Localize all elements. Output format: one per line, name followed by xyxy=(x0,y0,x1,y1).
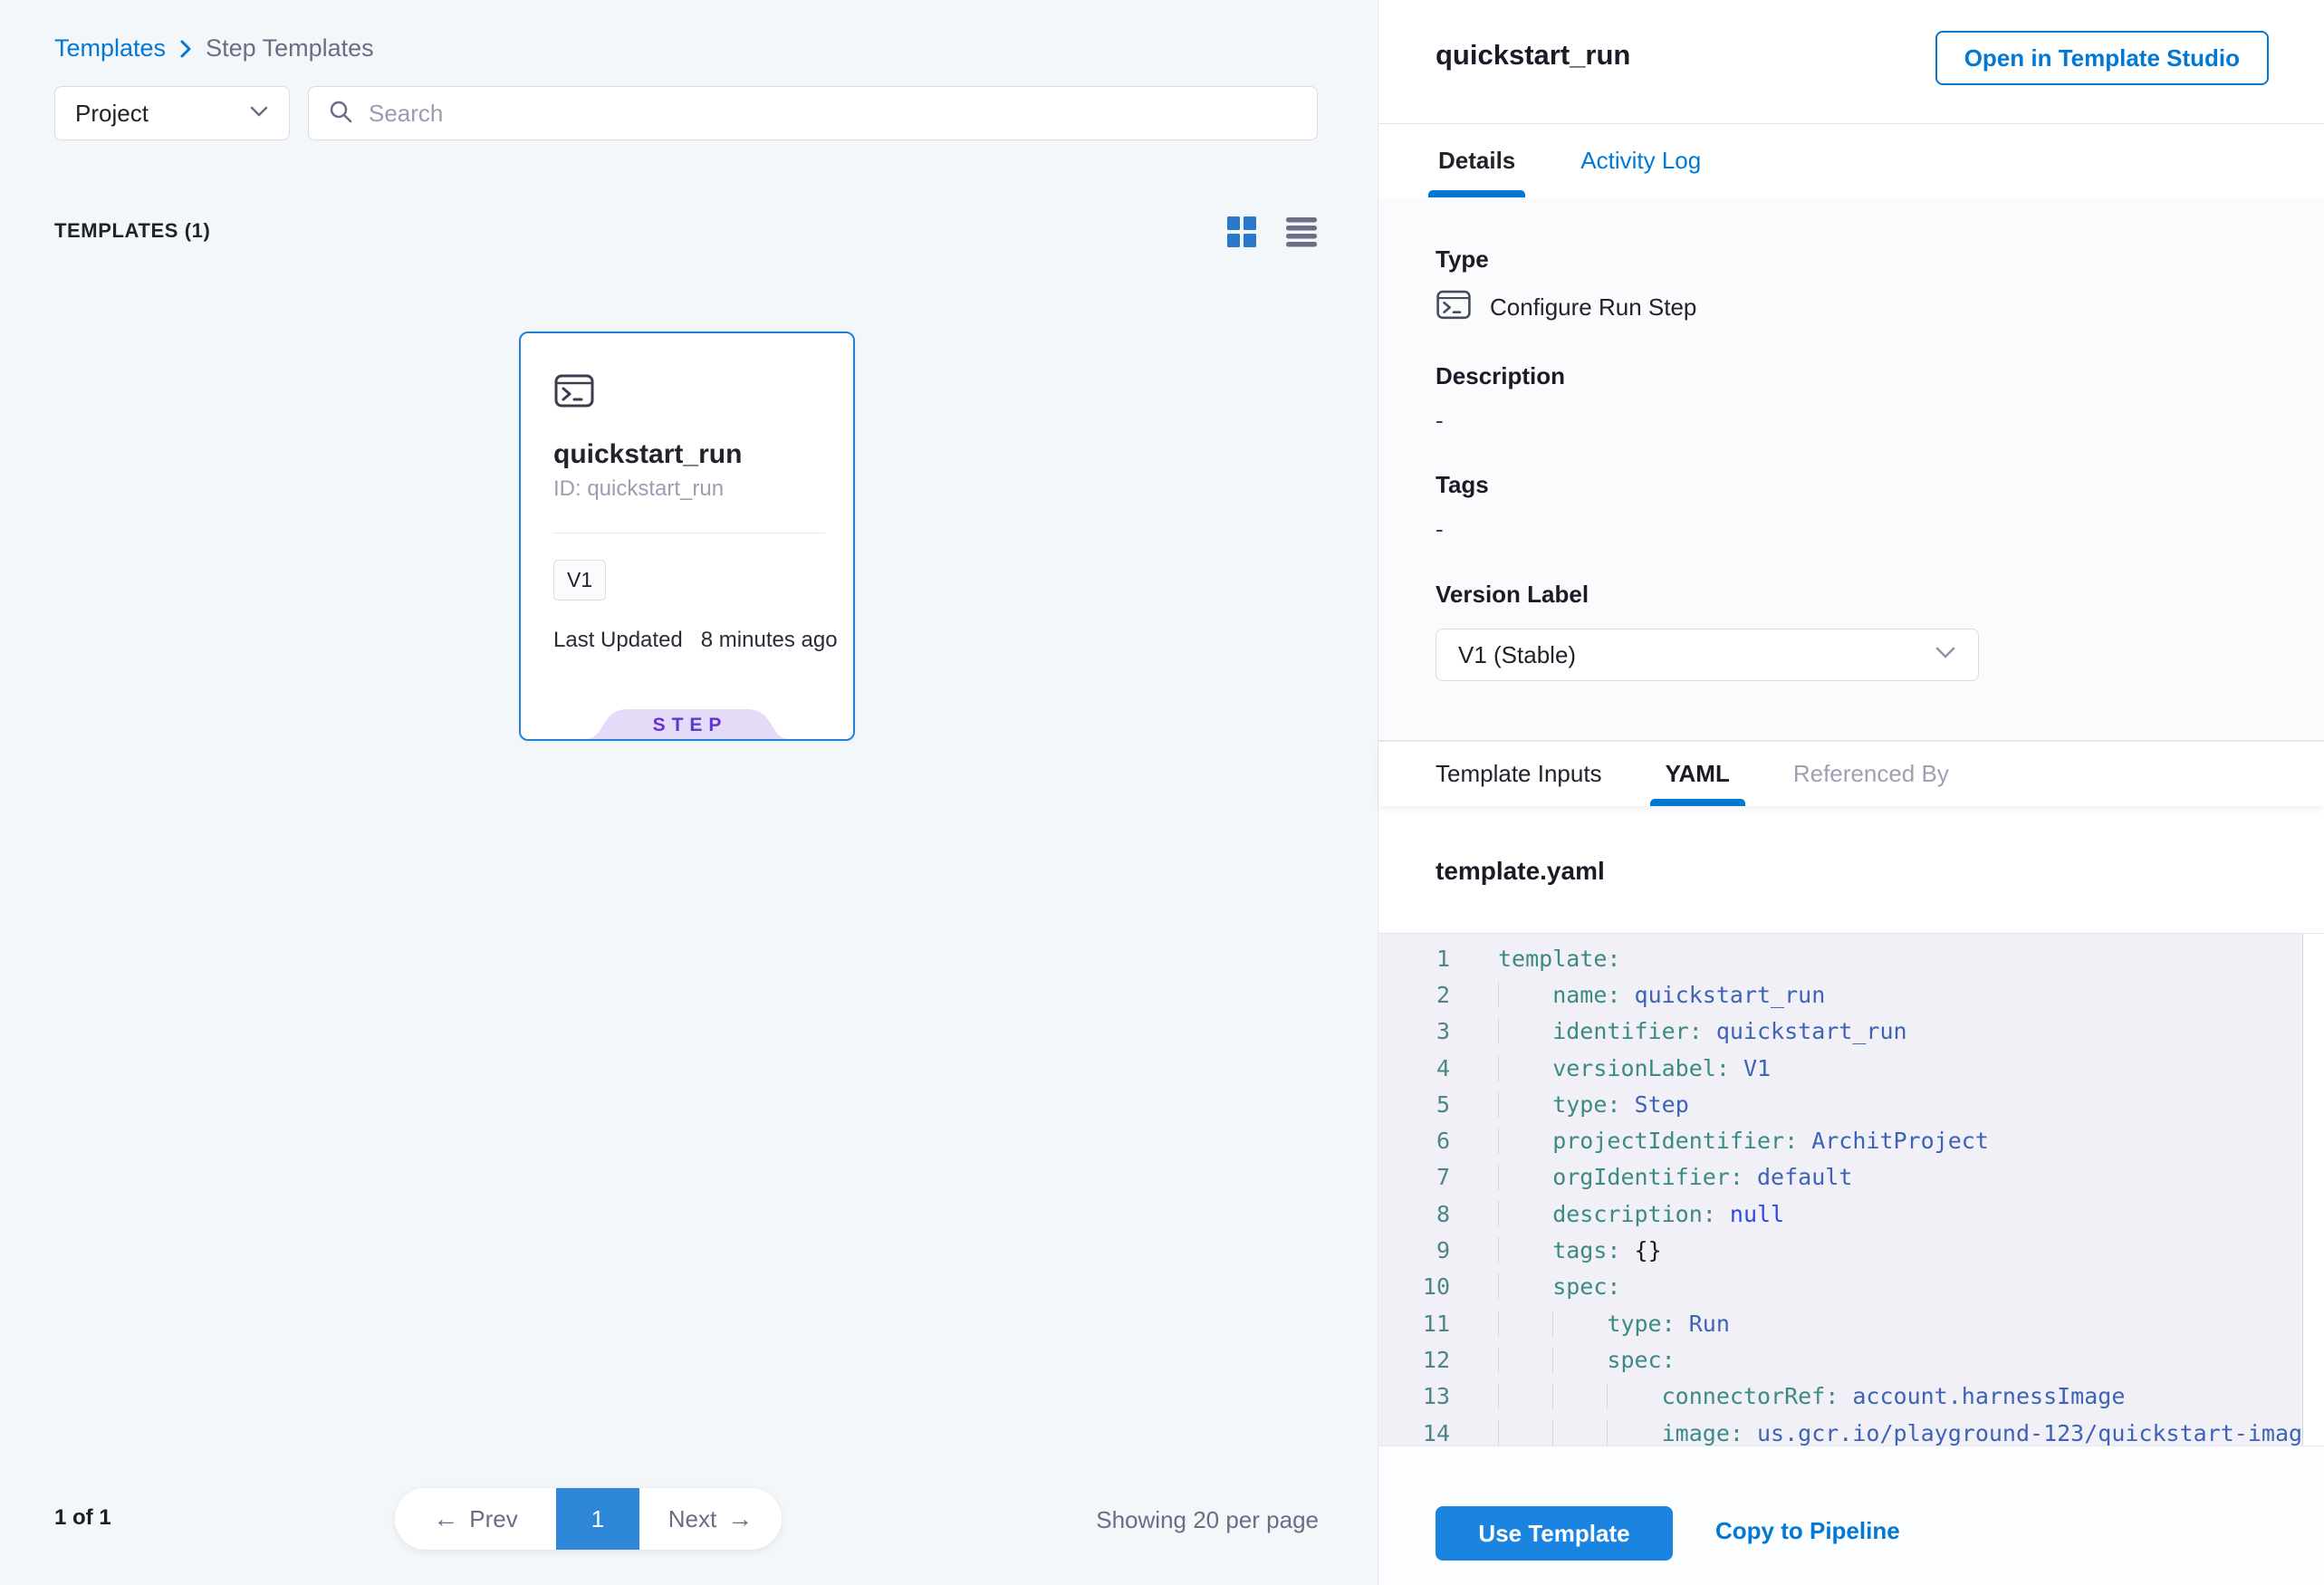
yaml-code-line: 8description: null xyxy=(1378,1196,2324,1232)
per-page-info: Showing 20 per page xyxy=(1067,1506,1319,1534)
tab-yaml[interactable]: YAML xyxy=(1666,742,1730,806)
scope-dropdown-value: Project xyxy=(75,100,149,128)
prev-page-label: Prev xyxy=(469,1505,517,1533)
yaml-tab-bar: Template Inputs YAML Referenced By xyxy=(1378,741,2324,806)
view-toggle xyxy=(1225,215,1318,247)
breadcrumb-current: Step Templates xyxy=(206,34,374,62)
search-icon xyxy=(327,98,354,130)
run-step-terminal-icon xyxy=(553,370,595,416)
code-scrollbar[interactable] xyxy=(2302,934,2324,1446)
tab-referenced-by[interactable]: Referenced By xyxy=(1793,742,1949,806)
yaml-code-line: 2name: quickstart_run xyxy=(1378,976,2324,1013)
yaml-code-line: 12spec: xyxy=(1378,1341,2324,1378)
description-label: Description xyxy=(1436,362,1565,390)
yaml-code-line: 10spec: xyxy=(1378,1269,2324,1305)
last-updated-value: 8 minutes ago xyxy=(701,628,838,653)
last-updated-label: Last Updated xyxy=(553,628,683,653)
version-badge: V1 xyxy=(553,560,606,600)
copy-to-pipeline-link[interactable]: Copy to Pipeline xyxy=(1715,1517,1900,1545)
last-updated-row: Last Updated 8 minutes ago xyxy=(553,628,838,653)
open-in-template-studio-button[interactable]: Open in Template Studio xyxy=(1935,31,2269,85)
yaml-code-line: 11type: Run xyxy=(1378,1305,2324,1341)
use-template-button[interactable]: Use Template xyxy=(1436,1506,1673,1561)
yaml-code-line: 3identifier: quickstart_run xyxy=(1378,1013,2324,1050)
arrow-right-icon: → xyxy=(727,1504,753,1533)
type-label: Type xyxy=(1436,245,1489,274)
yaml-code-viewer: 1template:2name: quickstart_run3identifi… xyxy=(1378,934,2324,1446)
details-tab-bar: Details Activity Log xyxy=(1378,124,2324,197)
tab-details[interactable]: Details xyxy=(1436,124,1518,197)
pagination: ← Prev 1 Next → xyxy=(395,1488,782,1550)
templates-count-label: TEMPLATES (1) xyxy=(54,219,210,243)
template-title: quickstart_run xyxy=(1436,39,1630,72)
prev-page-button[interactable]: ← Prev xyxy=(395,1488,556,1550)
page-info: 1 of 1 xyxy=(54,1505,111,1531)
yaml-code-line: 5type: Step xyxy=(1378,1086,2324,1122)
template-details-panel: quickstart_run Open in Template Studio D… xyxy=(1378,0,2324,1585)
chevron-right-icon xyxy=(178,37,193,61)
chevron-down-icon xyxy=(1935,646,1956,664)
tags-label: Tags xyxy=(1436,471,1489,499)
yaml-code-line: 7orgIdentifier: default xyxy=(1378,1159,2324,1196)
details-content: Type Configure Run Step Description - Ta… xyxy=(1378,197,2324,741)
yaml-code-line: 6projectIdentifier: ArchitProject xyxy=(1378,1122,2324,1158)
template-card-title: quickstart_run xyxy=(553,439,742,470)
templates-page: Templates Step Templates Project TEMPLAT xyxy=(0,0,2324,1585)
template-card[interactable]: quickstart_run ID: quickstart_run V1 Las… xyxy=(519,331,855,741)
template-card-id: ID: quickstart_run xyxy=(553,476,724,502)
yaml-file-header: template.yaml xyxy=(1378,806,2324,934)
version-select[interactable]: V1 (Stable) xyxy=(1436,629,1979,681)
tags-value: - xyxy=(1436,515,1444,543)
type-value-row: Configure Run Step xyxy=(1436,286,1696,329)
details-panel-footer: Use Template Copy to Pipeline xyxy=(1378,1446,2324,1585)
templates-list-panel: Templates Step Templates Project TEMPLAT xyxy=(0,0,1378,1585)
step-type-ribbon: STEP xyxy=(583,709,792,739)
version-select-value: V1 (Stable) xyxy=(1458,641,1576,669)
yaml-code-line: 9tags: {} xyxy=(1378,1232,2324,1268)
step-type-ribbon-label: STEP xyxy=(583,715,792,736)
yaml-code-lines: 1template:2name: quickstart_run3identifi… xyxy=(1378,940,2324,1446)
search-box xyxy=(308,86,1318,140)
yaml-code-line: 1template: xyxy=(1378,940,2324,976)
arrow-left-icon: ← xyxy=(433,1504,458,1533)
yaml-code-line: 14image: us.gcr.io/playground-123/quicks… xyxy=(1378,1415,2324,1446)
chevron-down-icon xyxy=(249,105,269,122)
type-value: Configure Run Step xyxy=(1490,293,1696,322)
scope-dropdown[interactable]: Project xyxy=(54,86,290,140)
description-value: - xyxy=(1436,407,1444,435)
tab-template-inputs[interactable]: Template Inputs xyxy=(1436,742,1602,806)
run-step-terminal-icon xyxy=(1436,286,1472,329)
next-page-label: Next xyxy=(668,1505,716,1533)
breadcrumb-templates-link[interactable]: Templates xyxy=(54,34,166,62)
breadcrumb: Templates Step Templates xyxy=(54,34,374,62)
version-label: Version Label xyxy=(1436,581,1589,609)
list-view-icon[interactable] xyxy=(1285,215,1318,247)
grid-view-icon[interactable] xyxy=(1225,215,1258,247)
yaml-file-name: template.yaml xyxy=(1436,857,1605,886)
yaml-code-line: 13connectorRef: account.harnessImage xyxy=(1378,1378,2324,1415)
next-page-button[interactable]: Next → xyxy=(639,1488,782,1550)
yaml-code-line: 4versionLabel: V1 xyxy=(1378,1050,2324,1086)
search-input[interactable] xyxy=(369,100,1299,128)
tab-activity-log[interactable]: Activity Log xyxy=(1578,124,1704,197)
filter-row: Project xyxy=(54,86,1318,140)
list-header: TEMPLATES (1) xyxy=(54,215,1318,247)
page-1-button[interactable]: 1 xyxy=(556,1488,639,1550)
details-panel-header: quickstart_run Open in Template Studio xyxy=(1378,0,2324,124)
